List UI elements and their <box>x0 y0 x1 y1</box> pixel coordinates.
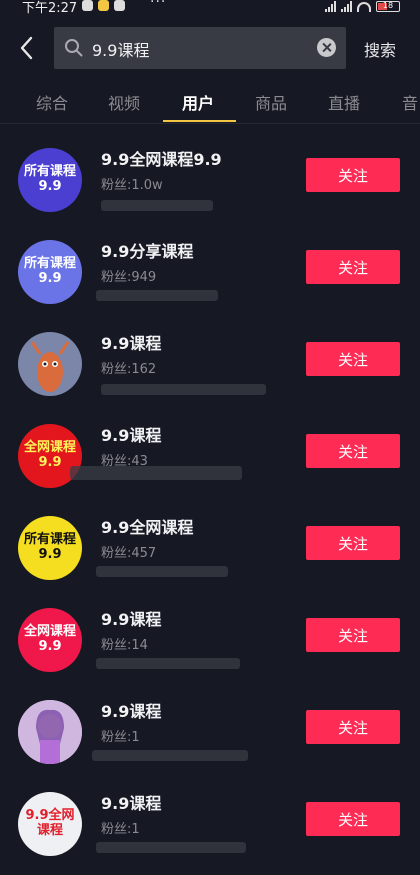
follow-button[interactable]: 关注 <box>306 710 400 744</box>
follower-count: 粉丝:1 <box>101 822 140 837</box>
search-input[interactable]: 9.9课程 <box>54 27 346 69</box>
chevron-left-icon <box>20 36 33 60</box>
app-notification-icon <box>82 0 93 11</box>
user-name: 9.9课程 <box>101 426 162 445</box>
status-bar: 下午2:27 ··· 18 <box>0 0 420 16</box>
active-tab-indicator <box>163 120 236 122</box>
user-name: 9.9全网课程9.9 <box>101 150 222 169</box>
user-name: 9.9全网课程 <box>101 518 194 537</box>
avatar-label: 所有课程 9.9 <box>23 532 76 562</box>
follow-button[interactable]: 关注 <box>306 158 400 192</box>
user-name: 9.9课程 <box>101 702 162 721</box>
avatar[interactable]: 所有课程 9.9 <box>18 148 82 212</box>
follower-count: 粉丝:457 <box>101 546 157 561</box>
avatar-label: 全网课程 9.9 <box>23 624 76 654</box>
follow-button[interactable]: 关注 <box>306 802 400 836</box>
avatar[interactable]: 所有课程 9.9 <box>18 516 82 580</box>
tab-products[interactable]: 商品 <box>255 90 287 114</box>
user-row[interactable]: 9.9课程 粉丝:162 关注 <box>0 316 420 408</box>
user-name: 9.9分享课程 <box>101 242 194 261</box>
back-button[interactable] <box>14 34 42 62</box>
follow-button[interactable]: 关注 <box>306 250 400 284</box>
user-row[interactable]: 全网课程 9.9 9.9课程 粉丝:14 关注 <box>0 592 420 684</box>
tab-general[interactable]: 综合 <box>36 90 68 114</box>
tab-live[interactable]: 直播 <box>328 90 360 114</box>
follow-button[interactable]: 关注 <box>306 618 400 652</box>
avatar-label: 全网课程 9.9 <box>23 440 76 470</box>
blurred-bio <box>96 566 228 577</box>
follow-button[interactable]: 关注 <box>306 434 400 468</box>
avatar[interactable] <box>18 700 82 764</box>
anime-girl-avatar-image <box>18 700 82 764</box>
user-row[interactable]: 所有课程 9.9 9.9全网课程 粉丝:457 关注 <box>0 500 420 592</box>
user-name: 9.9课程 <box>101 610 162 629</box>
blurred-bio <box>70 466 242 480</box>
notification-icons <box>82 0 125 11</box>
blurred-bio <box>96 842 246 853</box>
tab-video[interactable]: 视频 <box>108 90 140 114</box>
user-row[interactable]: 所有课程 9.9 9.9分享课程 粉丝:949 关注 <box>0 224 420 316</box>
avatar[interactable]: 全网课程 9.9 <box>18 608 82 672</box>
avatar-label: 所有课程 9.9 <box>23 256 76 286</box>
divider <box>0 123 420 124</box>
app-notification-icon <box>114 0 125 11</box>
tab-music[interactable]: 音 <box>402 90 418 114</box>
avatar-label: 9.9全网 课程 <box>25 808 75 838</box>
blurred-bio <box>96 290 218 301</box>
follower-count: 粉丝:162 <box>101 362 157 377</box>
user-row[interactable]: 9.9全网 课程 9.9课程 粉丝:1 关注 <box>0 776 420 868</box>
signal-icon <box>325 1 336 12</box>
follower-count: 粉丝:949 <box>101 270 157 285</box>
avatar[interactable] <box>18 332 82 396</box>
search-button[interactable]: 搜索 <box>364 37 396 61</box>
avatar-label: 所有课程 9.9 <box>23 164 76 194</box>
battery-icon: 18 <box>376 1 400 12</box>
follower-count: 粉丝:14 <box>101 638 148 653</box>
user-row[interactable]: 全网课程 9.9 9.9课程 粉丝:43 关注 <box>0 408 420 500</box>
system-status-icons: 18 <box>325 1 400 12</box>
user-name: 9.9课程 <box>101 334 162 353</box>
follower-count: 粉丝:1.0w <box>101 178 163 193</box>
user-row[interactable]: 所有课程 9.9 9.9全网课程9.9 粉丝:1.0w 关注 <box>0 132 420 224</box>
blurred-bio <box>101 200 213 211</box>
clear-icon[interactable] <box>317 38 336 57</box>
status-time: 下午2:27 <box>22 1 78 16</box>
search-query: 9.9课程 <box>92 41 150 60</box>
avatar[interactable]: 所有课程 9.9 <box>18 240 82 304</box>
search-icon <box>64 38 84 62</box>
user-row[interactable]: 9.9课程 粉丝:1 关注 <box>0 684 420 776</box>
character-avatar-image <box>30 341 70 392</box>
blurred-bio <box>96 658 240 669</box>
follow-button[interactable]: 关注 <box>306 526 400 560</box>
battery-level: 18 <box>382 1 394 10</box>
wifi-icon <box>357 1 371 12</box>
blurred-bio <box>101 384 266 395</box>
more-notifications-icon: ··· <box>150 0 167 10</box>
avatar[interactable]: 9.9全网 课程 <box>18 792 82 856</box>
follow-button[interactable]: 关注 <box>306 342 400 376</box>
tab-users[interactable]: 用户 <box>182 90 214 114</box>
blurred-bio <box>92 750 248 761</box>
app-notification-icon <box>98 0 109 11</box>
user-name: 9.9课程 <box>101 794 162 813</box>
result-tabs: 综合 视频 用户 商品 直播 音 <box>0 86 420 124</box>
signal-icon <box>341 1 352 12</box>
follower-count: 粉丝:1 <box>101 730 140 745</box>
